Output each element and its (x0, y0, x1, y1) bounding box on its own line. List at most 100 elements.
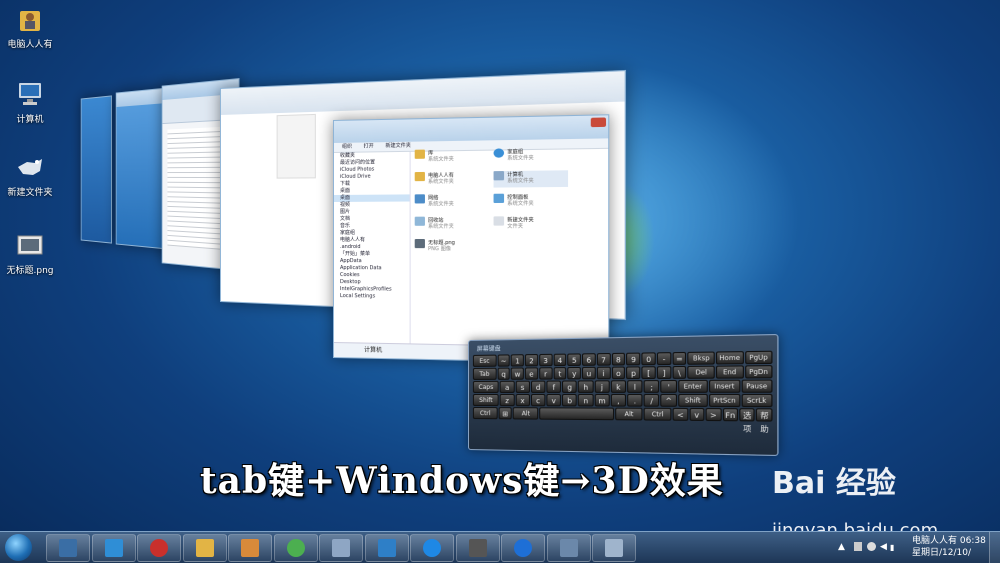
key[interactable]: h (578, 380, 594, 393)
key[interactable]: Alt (615, 407, 643, 421)
key[interactable]: z (500, 393, 515, 407)
key[interactable]: Alt (513, 407, 539, 420)
key[interactable]: - (656, 352, 672, 366)
key[interactable]: o (611, 366, 626, 380)
key[interactable]: Del (687, 365, 715, 379)
tile-user[interactable]: 电脑人人有 系统文件夹 (414, 171, 488, 188)
key[interactable]: d (530, 380, 546, 393)
key[interactable]: q (497, 367, 510, 380)
tile-image-file[interactable]: 无标题.png PNG 图像 (414, 239, 488, 255)
nav-item[interactable]: 电脑人人有 (334, 237, 410, 244)
menu-open[interactable]: 打开 (364, 143, 374, 149)
taskbar-button[interactable] (182, 534, 227, 562)
key[interactable]: j (594, 380, 610, 393)
nav-item[interactable]: 家庭组 (334, 230, 410, 237)
key[interactable]: Pause (741, 379, 773, 393)
key[interactable]: Caps (472, 380, 500, 393)
taskbar-button[interactable] (501, 534, 545, 562)
nav-item[interactable]: Local Settings (334, 293, 410, 301)
key[interactable]: 8 (611, 352, 626, 366)
key[interactable]: = (672, 351, 687, 365)
key[interactable]: 2 (524, 354, 538, 367)
key[interactable]: l (627, 380, 643, 393)
key[interactable]: < (672, 407, 688, 421)
taskbar-button[interactable] (228, 534, 272, 562)
key[interactable]: 6 (582, 353, 596, 366)
key[interactable]: ] (656, 366, 672, 379)
taskbar-button[interactable] (364, 534, 409, 562)
key[interactable]: 帮助 (756, 408, 773, 434)
key[interactable]: Home (715, 351, 744, 365)
taskbar-button[interactable] (91, 534, 136, 562)
start-button[interactable] (5, 534, 32, 561)
key[interactable] (539, 407, 615, 421)
key[interactable]: f (546, 380, 562, 393)
menu-organize[interactable]: 组织 (342, 144, 352, 150)
tile-control-panel[interactable]: 控制面板 系统文件夹 (493, 193, 569, 210)
show-desktop-button[interactable] (989, 532, 1000, 563)
key[interactable]: 9 (626, 352, 641, 366)
key[interactable]: [ (641, 366, 656, 380)
network-icon[interactable] (854, 542, 862, 551)
taskbar-button[interactable] (410, 534, 454, 562)
key[interactable]: 1 (510, 354, 524, 367)
key[interactable]: ScrLk (741, 393, 773, 408)
key[interactable]: ~ (497, 354, 510, 367)
key[interactable]: 3 (539, 353, 553, 367)
key[interactable]: Insert (709, 379, 740, 393)
key[interactable]: PgUp (744, 350, 773, 365)
key[interactable]: . (627, 393, 643, 407)
key[interactable]: ^ (660, 393, 677, 407)
taskbar-button[interactable] (592, 534, 636, 562)
desktop-icon-computer[interactable]: 计算机 (2, 80, 58, 125)
tile-libraries[interactable]: 库系统文件夹 (414, 149, 488, 166)
key[interactable]: m (594, 393, 610, 407)
key[interactable]: 0 (641, 352, 656, 366)
key[interactable]: Shift (472, 393, 500, 407)
key[interactable]: \ (672, 365, 687, 379)
key[interactable]: Ctrl (643, 407, 672, 421)
explorer-window[interactable]: 组织 打开 新建文件夹 收藏夹 最近访问的位置 iCloud Photos iC… (333, 114, 610, 364)
key[interactable]: Enter (677, 379, 708, 393)
key[interactable]: w (510, 367, 524, 380)
key[interactable]: ⊞ (498, 407, 513, 420)
key[interactable]: b (562, 393, 578, 407)
key[interactable]: c (530, 393, 546, 407)
taskbar-button[interactable] (46, 534, 90, 562)
desktop-icon-new-folder[interactable]: 新建文件夹 (2, 153, 58, 198)
close-icon[interactable] (590, 117, 607, 128)
key[interactable]: s (515, 380, 530, 393)
key[interactable]: t (553, 367, 567, 380)
key[interactable]: u (582, 366, 596, 380)
key[interactable]: 4 (553, 353, 567, 367)
key[interactable]: g (562, 380, 578, 393)
key[interactable]: y (567, 366, 582, 380)
key[interactable]: n (578, 393, 594, 407)
tile-recycle-bin[interactable]: 回收站 系统文件夹 (414, 216, 488, 233)
key[interactable]: Ctrl (472, 407, 498, 420)
key[interactable]: Fn (722, 408, 739, 422)
key[interactable]: i (596, 366, 611, 380)
key[interactable]: > (705, 408, 722, 422)
key[interactable]: v (689, 407, 705, 422)
taskbar-clock[interactable]: 电脑人人有 06:38 星期日/12/10/ (912, 535, 986, 559)
key[interactable]: x (515, 393, 530, 407)
chevron-up-icon[interactable]: ▲ (838, 542, 845, 552)
desktop-icon-user-folder[interactable]: 电脑人人有 (2, 5, 58, 50)
key[interactable]: 7 (596, 352, 611, 366)
key[interactable]: Bksp (687, 351, 715, 365)
key[interactable]: End (715, 365, 744, 379)
taskbar-button[interactable] (455, 534, 500, 562)
on-screen-keyboard[interactable]: 屏幕键盘 Esc ~1 2 3 4 5 6 7 8 9 0- = Bksp Home PgUp Tab q w e… (468, 333, 779, 457)
taskbar-button[interactable] (546, 534, 591, 562)
key[interactable]: PgDn (744, 365, 773, 379)
key[interactable]: v (546, 393, 562, 407)
key[interactable]: ; (643, 380, 660, 393)
tile-new-folder[interactable]: 新建文件夹 文件夹 (493, 216, 569, 233)
wechat-icon[interactable] (867, 542, 876, 551)
taskbar-button[interactable] (273, 534, 318, 562)
flip3d-window-desktop[interactable] (80, 95, 112, 244)
key[interactable]: r (539, 367, 553, 380)
taskbar-button[interactable] (319, 534, 363, 562)
taskbar-button[interactable] (137, 534, 181, 562)
